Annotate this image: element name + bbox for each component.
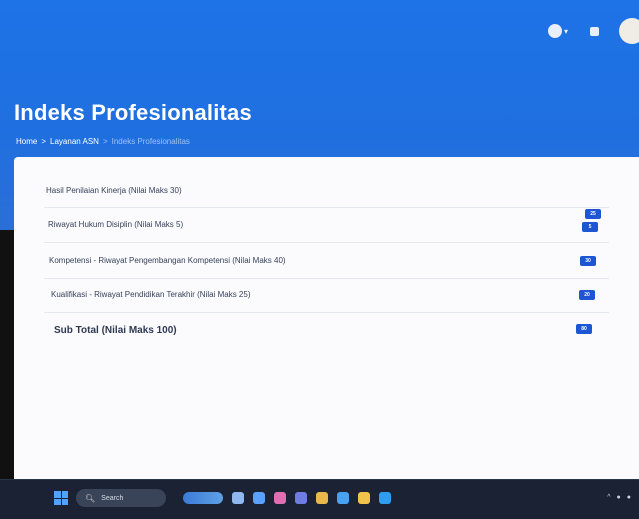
list-item: Kualifikasi - Riwayat Pendidikan Terakhi… xyxy=(14,285,639,305)
file-explorer-icon[interactable] xyxy=(316,492,328,504)
volume-icon[interactable]: ● xyxy=(627,494,631,501)
user-menu-icon[interactable] xyxy=(547,24,562,38)
score-badge: 20 xyxy=(579,290,595,300)
row-label: Hasil Penilaian Kinerja (Nilai Maks 30) xyxy=(46,186,182,195)
breadcrumb-separator: > xyxy=(41,137,47,146)
breadcrumb-current: Indeks Profesionalitas xyxy=(111,137,190,146)
row-label: Kualifikasi - Riwayat Pendidikan Terakhi… xyxy=(51,290,251,299)
subtotal-badge: 80 xyxy=(576,324,592,334)
taskbar: 🔍︎ Search ^ ● ● xyxy=(0,479,639,519)
edge-icon[interactable] xyxy=(253,492,265,504)
list-item: Riwayat Hukum Disiplin (Nilai Maks 5) 5 xyxy=(14,215,639,235)
start-icon[interactable] xyxy=(54,491,68,505)
score-badge: 30 xyxy=(580,256,596,266)
divider xyxy=(44,278,609,279)
notification-icon[interactable] xyxy=(590,26,599,36)
score-card: Hasil Penilaian Kinerja (Nilai Maks 30) … xyxy=(14,157,639,479)
row-label: Kompetensi - Riwayat Pengembangan Kompet… xyxy=(49,256,286,265)
search-input[interactable]: 🔍︎ Search xyxy=(76,489,166,507)
breadcrumb: Home > Layanan ASN > Indeks Profesionali… xyxy=(16,137,190,146)
store-icon[interactable] xyxy=(337,492,349,504)
list-item: Kompetensi - Riwayat Pengembangan Kompet… xyxy=(14,251,639,271)
avatar[interactable] xyxy=(619,18,639,44)
search-icon: 🔍︎ xyxy=(85,493,96,503)
browser-icon[interactable] xyxy=(379,492,391,504)
breadcrumb-layanan-asn[interactable]: Layanan ASN xyxy=(50,137,99,146)
widgets-icon[interactable] xyxy=(183,492,223,504)
row-label: Riwayat Hukum Disiplin (Nilai Maks 5) xyxy=(48,220,184,229)
search-label: Search xyxy=(101,494,124,502)
task-view-icon[interactable] xyxy=(232,492,244,504)
chevron-down-icon[interactable]: ▾ xyxy=(564,27,568,36)
breadcrumb-home[interactable]: Home xyxy=(16,137,37,146)
copilot-icon[interactable] xyxy=(274,492,286,504)
breadcrumb-separator: > xyxy=(102,137,108,146)
divider xyxy=(44,207,609,208)
chrome-icon[interactable] xyxy=(358,492,370,504)
wifi-icon[interactable]: ● xyxy=(617,494,621,501)
subtotal-label: Sub Total (Nilai Maks 100) xyxy=(54,325,177,336)
teams-icon[interactable] xyxy=(295,492,307,504)
divider xyxy=(44,312,609,313)
topbar-icons: ▾ xyxy=(526,18,639,44)
list-item: Hasil Penilaian Kinerja (Nilai Maks 30) … xyxy=(14,181,639,219)
chevron-up-icon[interactable]: ^ xyxy=(607,494,610,501)
score-badge: 5 xyxy=(582,222,598,232)
divider xyxy=(44,242,609,243)
subtotal-row: Sub Total (Nilai Maks 100) 80 xyxy=(14,321,639,341)
system-tray[interactable]: ^ ● ● xyxy=(607,494,631,501)
page-title: Indeks Profesionalitas xyxy=(14,100,252,125)
